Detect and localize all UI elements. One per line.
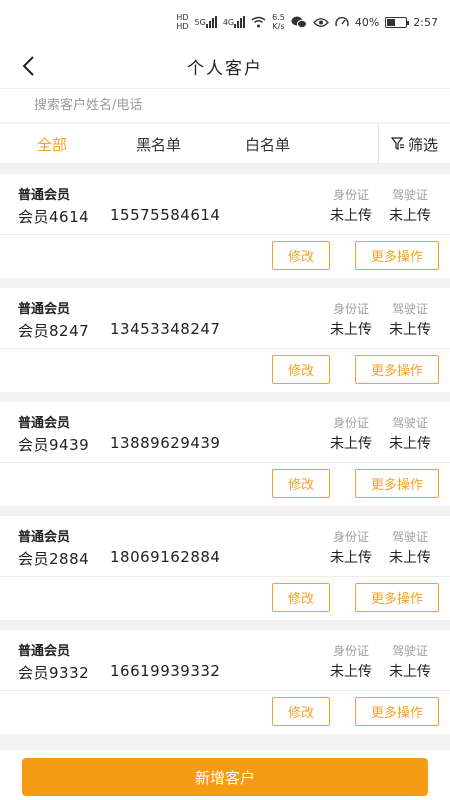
customer-card: 普通会员 会员9439 13889629439 身份证 未上传 驾驶证 未上传 … — [0, 402, 450, 506]
license-value: 未上传 — [389, 550, 431, 566]
wifi-icon — [251, 16, 266, 28]
license-label: 驾驶证 — [391, 416, 428, 430]
license-label: 驾驶证 — [391, 188, 428, 202]
id-card-label: 身份证 — [332, 416, 369, 430]
more-actions-button[interactable]: 更多操作 — [355, 469, 439, 498]
license-status: 驾驶证 未上传 — [383, 414, 437, 453]
license-status: 驾驶证 未上传 — [383, 186, 437, 225]
network-speed-unit: K/s — [272, 22, 285, 31]
customer-name: 会员4614 — [18, 208, 90, 226]
id-card-value: 未上传 — [330, 550, 372, 566]
edit-button[interactable]: 修改 — [272, 469, 330, 498]
member-level: 普通会员 — [18, 530, 71, 545]
customer-card: 普通会员 会员9332 16619939332 身份证 未上传 驾驶证 未上传 … — [0, 630, 450, 734]
license-label: 驾驶证 — [391, 530, 428, 544]
customer-card: 普通会员 会员8247 13453348247 身份证 未上传 驾驶证 未上传 … — [0, 288, 450, 392]
network-type-label: 4G — [222, 17, 235, 27]
filter-icon — [390, 137, 404, 150]
tab-blacklist[interactable]: 黑名单 — [136, 124, 181, 164]
license-status: 驾驶证 未上传 — [383, 528, 437, 567]
customer-phone: 13889629439 — [110, 434, 221, 452]
id-card-status: 身份证 未上传 — [324, 414, 378, 453]
license-value: 未上传 — [389, 436, 431, 452]
network-speed-value: 6.5 — [272, 13, 285, 22]
more-actions-button[interactable]: 更多操作 — [355, 241, 439, 270]
customer-card: 普通会员 会员2884 18069162884 身份证 未上传 驾驶证 未上传 … — [0, 516, 450, 620]
member-level: 普通会员 — [18, 302, 71, 317]
more-actions-button[interactable]: 更多操作 — [355, 355, 439, 384]
id-card-status: 身份证 未上传 — [324, 642, 378, 681]
hd-indicator: HD HD — [176, 13, 188, 31]
tab-all[interactable]: 全部 — [37, 124, 67, 164]
customer-phone: 13453348247 — [110, 320, 221, 338]
license-status: 驾驶证 未上传 — [383, 300, 437, 339]
more-actions-button[interactable]: 更多操作 — [355, 697, 439, 726]
divider — [0, 234, 450, 235]
page-title: 个人客户 — [187, 58, 263, 79]
filter-label: 筛选 — [407, 135, 438, 154]
member-level: 普通会员 — [18, 416, 71, 431]
more-actions-button[interactable]: 更多操作 — [355, 583, 439, 612]
divider — [0, 690, 450, 691]
member-level: 普通会员 — [18, 188, 71, 203]
chevron-left-icon — [22, 56, 34, 76]
hd-label: HD — [176, 13, 189, 22]
network-type-label: 5G — [194, 17, 206, 27]
filter-button[interactable]: 筛选 — [378, 124, 450, 164]
battery-percent: 40% — [354, 15, 380, 29]
divider — [0, 576, 450, 577]
license-value: 未上传 — [389, 208, 431, 224]
clock: 2:57 — [413, 15, 438, 29]
member-level: 普通会员 — [18, 644, 71, 659]
signal-icon: 5G — [195, 16, 217, 28]
license-label: 驾驶证 — [391, 644, 428, 658]
divider — [0, 348, 450, 349]
customer-name: 会员9332 — [18, 664, 90, 682]
search-bar — [0, 88, 450, 122]
customer-name: 会员8247 — [18, 322, 90, 340]
id-card-value: 未上传 — [330, 436, 372, 452]
edit-button[interactable]: 修改 — [272, 697, 330, 726]
customer-card: 普通会员 会员4614 15575584614 身份证 未上传 驾驶证 未上传 … — [0, 174, 450, 278]
edit-button[interactable]: 修改 — [272, 583, 330, 612]
search-input[interactable] — [34, 98, 414, 113]
id-card-status: 身份证 未上传 — [324, 528, 378, 567]
tab-whitelist[interactable]: 白名单 — [245, 124, 290, 164]
add-customer-button[interactable]: 新增客户 — [22, 758, 428, 796]
hd-label: HD — [176, 22, 189, 31]
customer-name: 会员9439 — [18, 436, 90, 454]
network-speed: 6.5 K/s — [272, 13, 285, 31]
status-bar: HD HD 5G 4G 6.5 K/s 40% 2:57 — [0, 0, 450, 44]
license-value: 未上传 — [389, 664, 431, 680]
id-card-value: 未上传 — [330, 208, 372, 224]
customer-phone: 15575584614 — [110, 206, 221, 224]
id-card-label: 身份证 — [332, 530, 369, 544]
divider — [0, 462, 450, 463]
id-card-label: 身份证 — [332, 188, 369, 202]
speedometer-icon — [335, 16, 349, 28]
wechat-icon — [291, 16, 307, 29]
edit-button[interactable]: 修改 — [272, 241, 330, 270]
id-card-status: 身份证 未上传 — [324, 300, 378, 339]
id-card-value: 未上传 — [330, 322, 372, 338]
license-status: 驾驶证 未上传 — [383, 642, 437, 681]
back-button[interactable] — [14, 52, 42, 80]
id-card-label: 身份证 — [332, 644, 369, 658]
id-card-value: 未上传 — [330, 664, 372, 680]
bottom-bar: 新增客户 — [0, 750, 450, 800]
eye-icon — [312, 17, 329, 28]
license-label: 驾驶证 — [391, 302, 428, 316]
id-card-label: 身份证 — [332, 302, 369, 316]
license-value: 未上传 — [389, 322, 431, 338]
filter-tabs: 全部 黑名单 白名单 筛选 — [0, 124, 450, 164]
customer-phone: 16619939332 — [110, 662, 221, 680]
id-card-status: 身份证 未上传 — [324, 186, 378, 225]
customer-name: 会员2884 — [18, 550, 90, 568]
signal-icon: 4G — [222, 16, 246, 28]
nav-bar: 个人客户 — [0, 44, 450, 88]
customer-phone: 18069162884 — [110, 548, 221, 566]
edit-button[interactable]: 修改 — [272, 355, 330, 384]
battery-icon — [385, 16, 410, 28]
